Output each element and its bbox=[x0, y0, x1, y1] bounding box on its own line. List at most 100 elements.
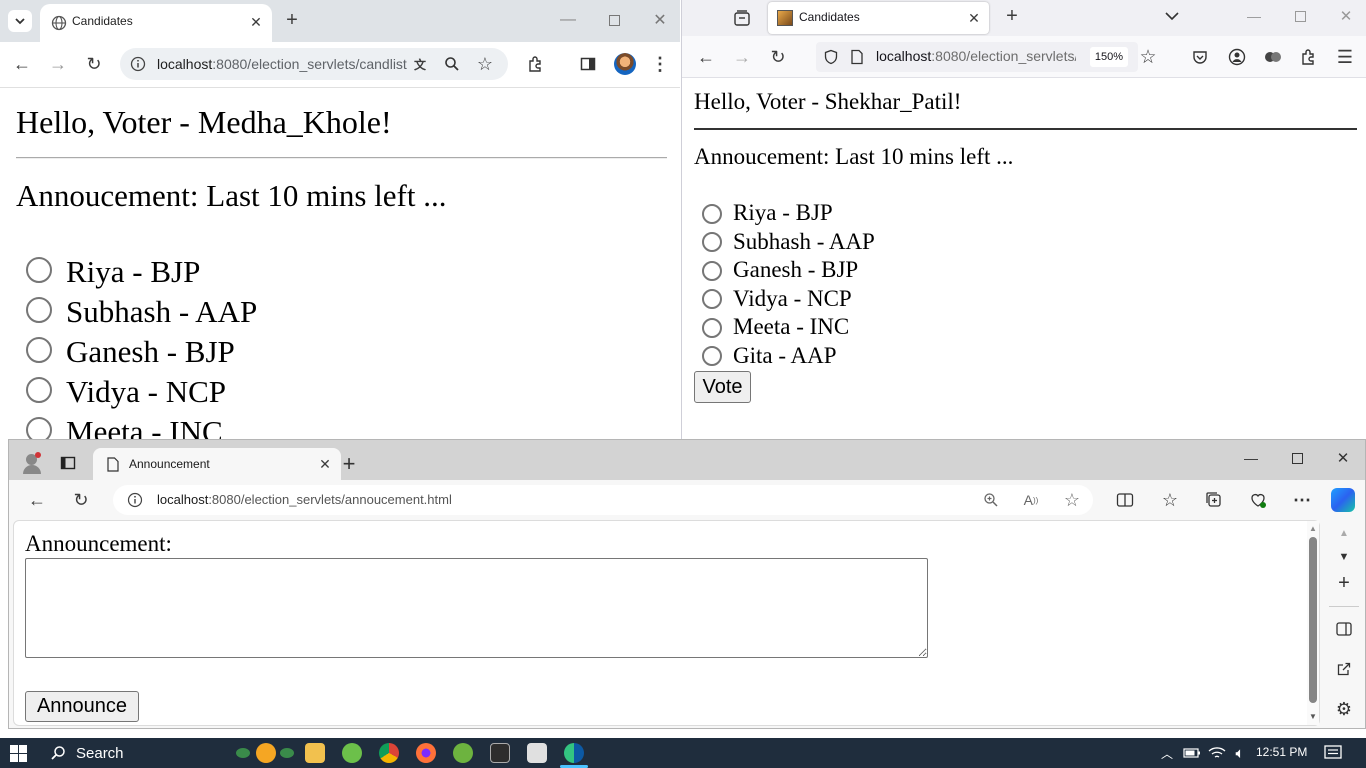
profile-avatar[interactable] bbox=[614, 53, 636, 75]
zoom-icon[interactable] bbox=[981, 490, 1001, 510]
close-tab-icon[interactable]: ✕ bbox=[964, 8, 984, 28]
forward-icon[interactable]: → bbox=[46, 52, 70, 76]
zoom-icon[interactable] bbox=[442, 54, 462, 74]
reload-icon[interactable]: ↻ bbox=[82, 52, 106, 76]
battery-icon[interactable] bbox=[1182, 743, 1202, 763]
radio-vidya[interactable] bbox=[702, 289, 722, 309]
edge-taskbar-icon[interactable] bbox=[564, 743, 584, 763]
new-tab-icon[interactable]: + bbox=[282, 9, 302, 31]
windows-start-icon[interactable] bbox=[10, 745, 27, 762]
bookmark-star-icon[interactable]: ☆ bbox=[474, 53, 496, 75]
tab-search-icon[interactable] bbox=[8, 10, 32, 32]
radio-gita[interactable] bbox=[702, 346, 722, 366]
announce-button[interactable]: Announce bbox=[25, 691, 139, 722]
scroll-down-icon[interactable]: ▼ bbox=[1307, 711, 1319, 721]
sidebar-add-icon[interactable]: + bbox=[1333, 572, 1355, 594]
extensions-icon[interactable] bbox=[524, 52, 548, 76]
tracking-shield-icon[interactable] bbox=[822, 48, 840, 66]
close-window-icon[interactable]: ✕ bbox=[648, 8, 672, 32]
volume-icon[interactable]: 🔈︎ bbox=[1230, 743, 1250, 763]
scrollbar-track[interactable]: ▲ ▼ bbox=[1307, 521, 1319, 725]
scrollbar-thumb[interactable] bbox=[1309, 537, 1317, 703]
search-icon[interactable] bbox=[48, 743, 68, 763]
sidebar-panel-icon[interactable] bbox=[1333, 618, 1355, 640]
reload-icon[interactable]: ↻ bbox=[766, 45, 790, 69]
scroll-up-icon[interactable]: ▲ bbox=[1307, 523, 1319, 533]
site-info-icon[interactable] bbox=[130, 56, 146, 72]
chrome-menu-icon[interactable]: ⋮ bbox=[650, 52, 670, 76]
chrome-tab-candidates[interactable]: Candidates ✕ bbox=[40, 4, 272, 42]
edge-menu-icon[interactable]: ⋯ bbox=[1290, 488, 1314, 512]
minimize-icon[interactable]: — bbox=[1242, 4, 1266, 28]
file-explorer-icon[interactable] bbox=[305, 743, 325, 763]
open-external-icon[interactable] bbox=[1333, 658, 1355, 680]
split-screen-icon[interactable] bbox=[1113, 488, 1137, 512]
sidebar-scroll-down-icon[interactable]: ▼ bbox=[1333, 548, 1355, 566]
edge-address-bar[interactable]: localhost:8080/election_servlets/annouce… bbox=[113, 485, 1093, 515]
translate-icon[interactable]: 文 bbox=[410, 54, 430, 74]
maximize-icon[interactable] bbox=[1288, 4, 1312, 28]
announcement-textarea[interactable] bbox=[25, 558, 928, 658]
chrome-taskbar-icon[interactable] bbox=[379, 743, 399, 763]
back-icon[interactable]: ← bbox=[694, 45, 718, 69]
back-icon[interactable]: ← bbox=[25, 488, 49, 512]
radio-vidya[interactable] bbox=[26, 377, 52, 403]
firefox-view-icon[interactable] bbox=[730, 6, 754, 30]
radio-meeta[interactable] bbox=[26, 417, 52, 440]
radio-subhash[interactable] bbox=[702, 232, 722, 252]
widgets-weather-icon[interactable] bbox=[236, 742, 294, 764]
notification-center-icon[interactable] bbox=[1322, 743, 1344, 763]
radio-ganesh[interactable] bbox=[702, 261, 722, 281]
new-tab-icon[interactable]: + bbox=[337, 451, 361, 476]
chrome-omnibox[interactable]: localhost:8080/election_servlets/candlis… bbox=[120, 48, 508, 80]
minimize-icon[interactable]: — bbox=[1239, 446, 1263, 470]
read-aloud-icon[interactable]: A)) bbox=[1021, 490, 1041, 510]
terminal-icon[interactable] bbox=[490, 743, 510, 763]
settings-gear-icon[interactable]: ⚙ bbox=[1333, 698, 1355, 720]
radio-subhash[interactable] bbox=[26, 297, 52, 323]
maximize-icon[interactable] bbox=[602, 8, 626, 32]
minimize-icon[interactable]: — bbox=[556, 8, 580, 32]
vote-button[interactable]: Vote bbox=[694, 371, 751, 403]
reload-icon[interactable]: ↻ bbox=[69, 488, 93, 512]
app-icon[interactable] bbox=[527, 743, 547, 763]
firefox-tab-candidates[interactable]: Candidates ✕ bbox=[768, 2, 989, 34]
bookmark-star-icon[interactable]: ☆ bbox=[1136, 45, 1160, 69]
wifi-icon[interactable] bbox=[1207, 743, 1227, 763]
site-info-icon[interactable] bbox=[127, 492, 143, 508]
favorites-icon[interactable]: ☆ bbox=[1158, 488, 1182, 512]
firefox-menu-icon[interactable]: ☰ bbox=[1333, 45, 1357, 69]
maximize-icon[interactable] bbox=[1285, 446, 1309, 470]
firefox-urlbar[interactable]: localhost:8080/election_servlets/ 150% bbox=[816, 42, 1138, 72]
close-window-icon[interactable]: ✕ bbox=[1331, 446, 1355, 470]
copilot-icon[interactable] bbox=[1331, 488, 1355, 512]
side-panel-icon[interactable] bbox=[576, 52, 600, 76]
back-icon[interactable]: ← bbox=[10, 52, 34, 76]
close-tab-icon[interactable]: ✕ bbox=[246, 12, 266, 32]
list-tabs-icon[interactable] bbox=[1160, 4, 1184, 28]
sidebar-scroll-up-icon[interactable]: ▲ bbox=[1333, 524, 1355, 542]
tab-actions-icon[interactable] bbox=[57, 452, 79, 474]
favorite-star-icon[interactable]: ☆ bbox=[1061, 489, 1083, 511]
taskbar-search-label[interactable]: Search bbox=[76, 745, 124, 762]
collections-icon[interactable] bbox=[1202, 488, 1226, 512]
firefox-taskbar-icon[interactable] bbox=[416, 743, 436, 763]
radio-riya[interactable] bbox=[26, 257, 52, 283]
radio-ganesh[interactable] bbox=[26, 337, 52, 363]
page-info-icon[interactable] bbox=[848, 48, 866, 66]
multi-account-icon[interactable] bbox=[1261, 45, 1285, 69]
close-tab-icon[interactable]: ✕ bbox=[315, 454, 335, 474]
edge-tab-announcement[interactable]: Announcement ✕ bbox=[93, 448, 341, 480]
pocket-icon[interactable] bbox=[1188, 45, 1212, 69]
taskbar-clock[interactable]: 12:51 PM bbox=[1256, 745, 1307, 759]
profile-icon[interactable] bbox=[23, 452, 41, 474]
spring-boot-icon[interactable] bbox=[453, 743, 473, 763]
radio-riya[interactable] bbox=[702, 204, 722, 224]
new-tab-icon[interactable]: + bbox=[1000, 4, 1024, 28]
zoom-level-badge[interactable]: 150% bbox=[1090, 47, 1128, 67]
forward-icon[interactable]: → bbox=[730, 45, 754, 69]
close-window-icon[interactable]: ✕ bbox=[1334, 4, 1358, 28]
account-icon[interactable] bbox=[1225, 45, 1249, 69]
radio-meeta[interactable] bbox=[702, 318, 722, 338]
show-hidden-icons-icon[interactable]: ︿ bbox=[1158, 743, 1176, 763]
